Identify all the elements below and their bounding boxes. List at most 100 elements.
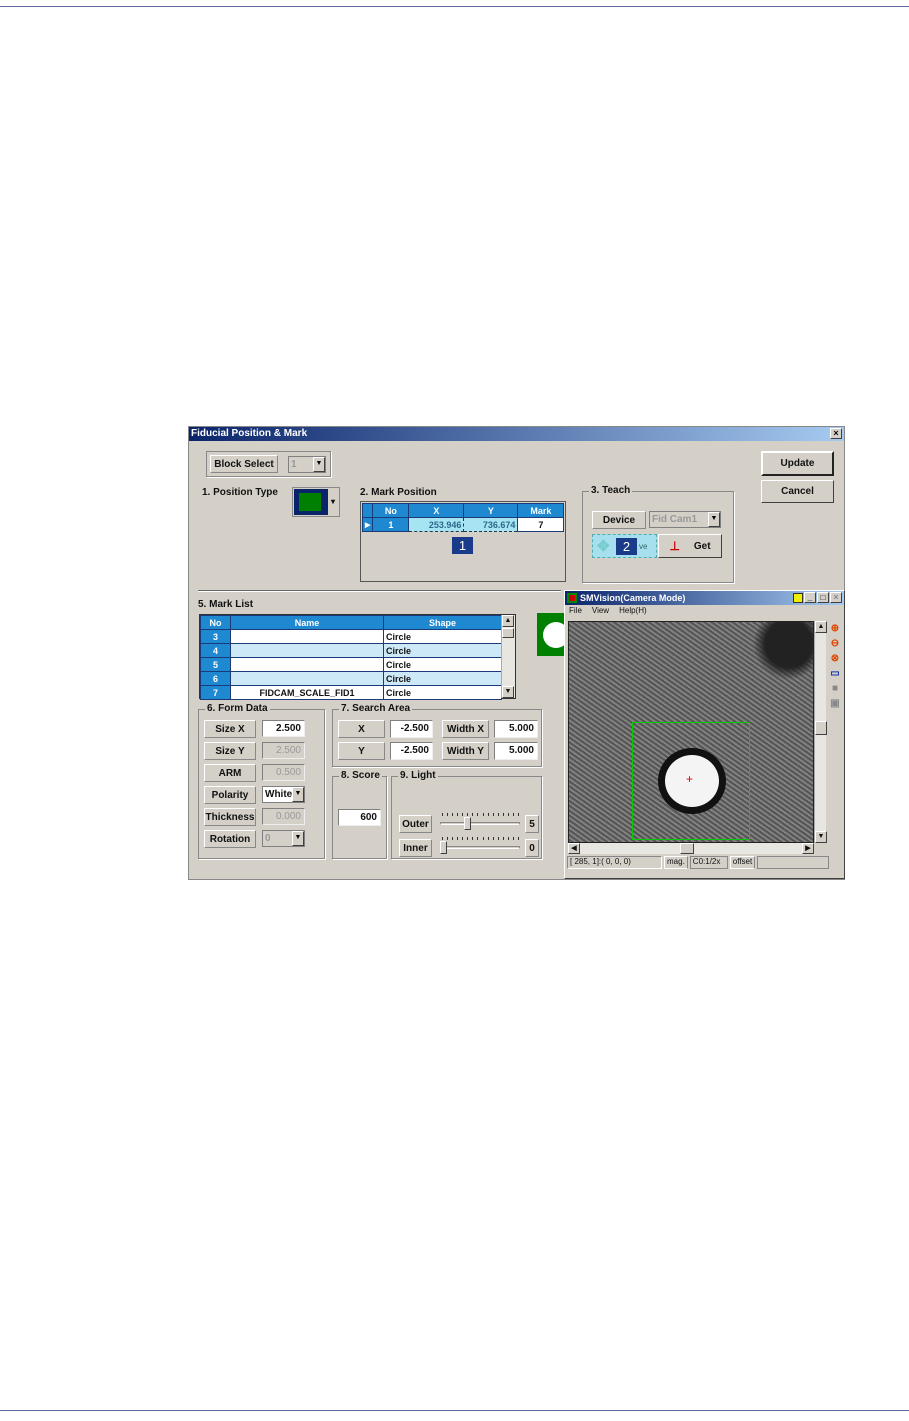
form-3-combo[interactable]: White ▼ bbox=[262, 786, 305, 803]
settings-icon[interactable]: ▣ bbox=[830, 698, 839, 709]
cell-mark[interactable]: 7 bbox=[517, 517, 565, 532]
zoom-in-icon[interactable]: ⊕ bbox=[831, 623, 839, 634]
tick bbox=[512, 813, 514, 816]
tick bbox=[442, 813, 443, 816]
form-5-combo[interactable]: 0 ▼ bbox=[262, 830, 305, 847]
update-button[interactable]: Update bbox=[761, 451, 834, 476]
inner-slider[interactable] bbox=[440, 837, 520, 855]
camera-vscroll[interactable]: ▲ ▼ bbox=[814, 621, 827, 843]
scroll-thumb[interactable] bbox=[680, 843, 694, 854]
minimize-button[interactable]: _ bbox=[804, 592, 816, 603]
position-type-picker[interactable]: ▾ bbox=[292, 487, 340, 517]
maximize-button[interactable]: □ bbox=[817, 592, 829, 603]
tick bbox=[507, 813, 509, 816]
gray-box-icon[interactable]: ■ bbox=[832, 683, 838, 694]
move-button[interactable]: ✥ 2 ve bbox=[592, 534, 657, 558]
col-y: Y bbox=[463, 503, 519, 518]
camera-hscroll[interactable]: ◀ ▶ bbox=[568, 843, 814, 854]
menu-help[interactable]: Help(H) bbox=[619, 606, 647, 615]
slider-thumb[interactable] bbox=[440, 841, 447, 854]
form-0-input[interactable]: 2.500 bbox=[262, 720, 305, 737]
cancel-button[interactable]: Cancel bbox=[761, 480, 834, 503]
cell-name[interactable] bbox=[230, 671, 384, 686]
cell-shape[interactable]: Circle bbox=[383, 643, 502, 658]
scroll-thumb[interactable] bbox=[502, 628, 514, 638]
form-5-label: Rotation bbox=[204, 830, 256, 848]
table-row[interactable]: 5 Circle bbox=[200, 657, 502, 672]
cell-shape[interactable]: Circle bbox=[383, 657, 502, 672]
get-label: Get bbox=[693, 540, 711, 552]
form-3-label: Polarity bbox=[204, 786, 256, 804]
block-select-group: Block Select 1 ▼ bbox=[206, 451, 331, 477]
table-row[interactable]: 4 Circle bbox=[200, 643, 502, 658]
form-4-input[interactable]: 0.000 bbox=[262, 808, 305, 825]
camera-close-button[interactable]: × bbox=[830, 592, 842, 603]
menu-file[interactable]: File bbox=[569, 606, 582, 615]
width-y-input[interactable]: 5.000 bbox=[494, 742, 538, 760]
cell-shape[interactable]: Circle bbox=[383, 685, 502, 700]
search-y-input[interactable]: -2.500 bbox=[390, 742, 433, 760]
outer-value: 5 bbox=[525, 815, 539, 833]
offset-button[interactable]: offset bbox=[729, 856, 756, 869]
form-data-group: 6. Form Data Size X 2.500 Size Y 2.500 ARM 0.… bbox=[198, 703, 325, 859]
form-2-input[interactable]: 0.500 bbox=[262, 764, 305, 781]
mark-list-scrollbar[interactable]: ▲ ▼ bbox=[501, 615, 515, 698]
mark-list-label: 5. Mark List bbox=[198, 599, 254, 610]
zoom-fit-icon[interactable]: ⊗ bbox=[831, 653, 839, 664]
mark-position-label: 2. Mark Position bbox=[360, 487, 437, 498]
scroll-right-icon[interactable]: ▶ bbox=[802, 843, 814, 854]
scroll-down-icon[interactable]: ▼ bbox=[815, 831, 827, 843]
table-row[interactable]: 6 Circle bbox=[200, 671, 502, 686]
tick bbox=[497, 813, 499, 816]
cell-name[interactable] bbox=[230, 643, 384, 658]
cell-no: 5 bbox=[200, 657, 231, 672]
form-1-input[interactable]: 2.500 bbox=[262, 742, 305, 759]
tick bbox=[467, 837, 469, 840]
block-select-combo[interactable]: 1 ▼ bbox=[288, 456, 326, 473]
pin-icon[interactable] bbox=[793, 593, 803, 603]
scroll-down-icon[interactable]: ▼ bbox=[502, 686, 514, 698]
cell-shape[interactable]: Circle bbox=[383, 629, 502, 644]
scroll-up-icon[interactable]: ▲ bbox=[815, 621, 827, 633]
scroll-thumb[interactable] bbox=[815, 721, 827, 735]
cell-name[interactable]: FIDCAM_SCALE_FID1 bbox=[230, 685, 384, 700]
mag-button[interactable]: mag. bbox=[664, 856, 688, 869]
cell-shape[interactable]: Circle bbox=[383, 671, 502, 686]
device-combo[interactable]: Fid Cam1 ▼ bbox=[649, 511, 721, 528]
app-icon bbox=[567, 593, 577, 603]
device-label: Device bbox=[592, 511, 646, 529]
tick bbox=[477, 837, 479, 840]
tick bbox=[492, 837, 494, 840]
camera-image[interactable]: + bbox=[568, 621, 814, 843]
close-button[interactable]: × bbox=[830, 428, 842, 439]
zoom-out-icon[interactable]: ⊖ bbox=[831, 638, 839, 649]
cell-y[interactable]: 736.674 bbox=[463, 517, 519, 532]
get-button[interactable]: ⊥ Get bbox=[658, 534, 722, 558]
tick bbox=[462, 813, 464, 816]
cell-name[interactable] bbox=[230, 657, 384, 672]
tick bbox=[507, 837, 509, 840]
tick bbox=[472, 813, 474, 816]
tick bbox=[442, 837, 443, 840]
scroll-up-icon[interactable]: ▲ bbox=[502, 615, 514, 627]
table-row[interactable]: 7 FIDCAM_SCALE_FID1 Circle bbox=[200, 685, 502, 700]
row-pointer-icon: ▶ bbox=[361, 517, 374, 532]
score-label: 8. Score bbox=[339, 770, 382, 781]
camera-status-bar: [ 285, 1]:( 0, 0, 0) mag. C0:1/2x offset bbox=[567, 856, 829, 869]
width-x-label: Width X bbox=[442, 720, 489, 738]
circle-preview-icon bbox=[543, 622, 565, 648]
search-x-input[interactable]: -2.500 bbox=[390, 720, 433, 738]
window-icon[interactable]: ▭ bbox=[830, 668, 839, 679]
outer-slider[interactable] bbox=[440, 813, 520, 831]
scroll-left-icon[interactable]: ◀ bbox=[568, 843, 580, 854]
dialog-title-bar: Fiducial Position & Mark × bbox=[189, 427, 844, 441]
slider-thumb[interactable] bbox=[464, 817, 471, 830]
score-input[interactable]: 600 bbox=[338, 809, 381, 826]
table-row[interactable]: ▶ 1 253.946 736.674 7 bbox=[361, 517, 565, 532]
width-x-input[interactable]: 5.000 bbox=[494, 720, 538, 738]
swatch-bg bbox=[294, 489, 328, 515]
menu-view[interactable]: View bbox=[592, 606, 609, 615]
cell-x[interactable]: 253.946 bbox=[408, 517, 465, 532]
cell-name[interactable] bbox=[230, 629, 384, 644]
table-row[interactable]: 3 Circle bbox=[200, 629, 502, 644]
